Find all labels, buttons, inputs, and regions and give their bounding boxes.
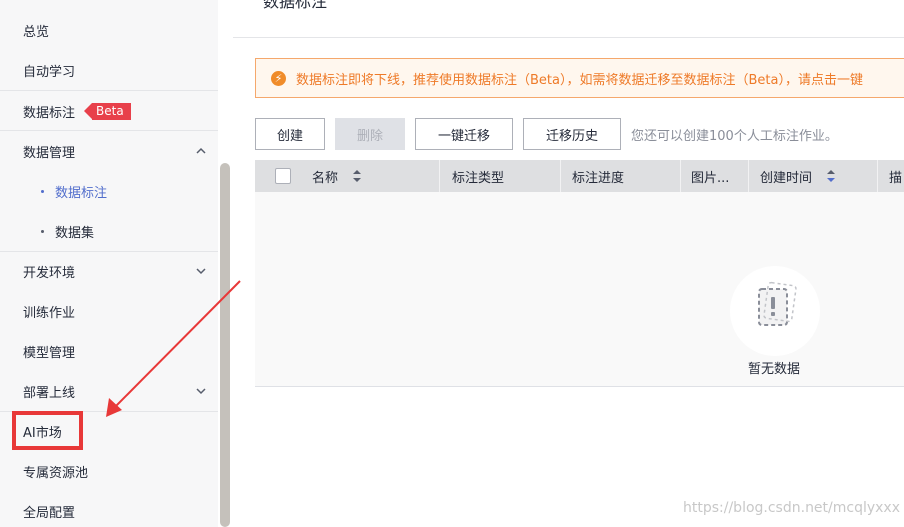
watermark: https://blog.csdn.net/mcqlyxxx xyxy=(683,500,901,516)
annotation-arrow xyxy=(106,280,241,417)
